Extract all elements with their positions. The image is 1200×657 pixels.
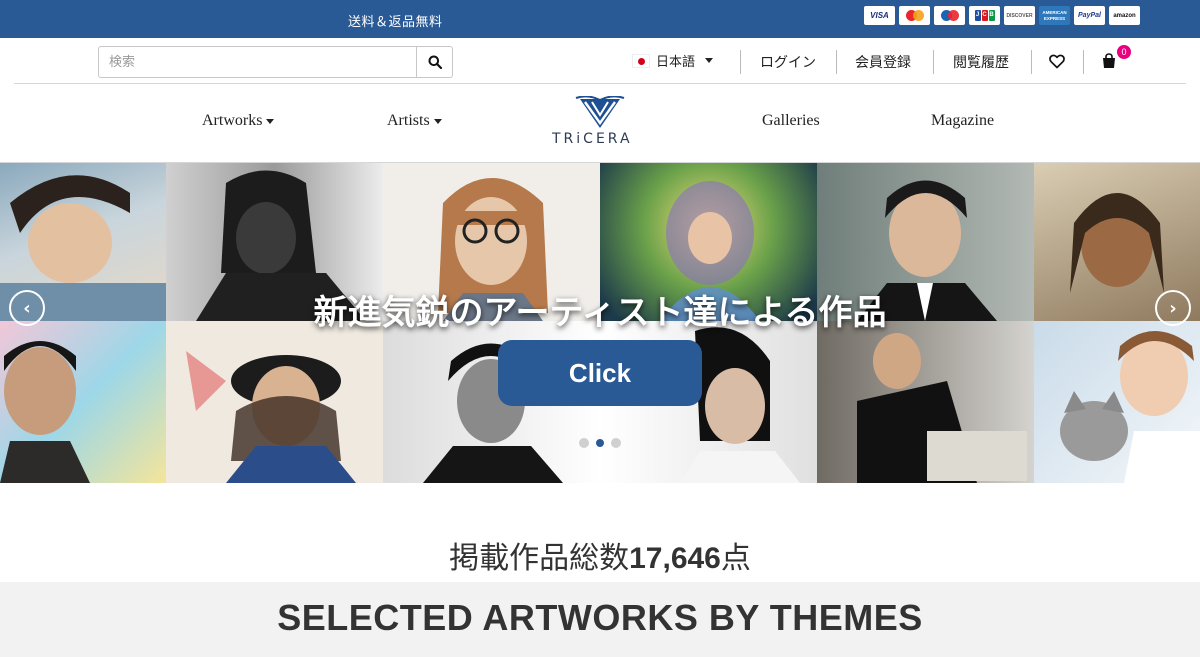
search-input[interactable] (99, 47, 416, 77)
carousel-dot[interactable] (579, 438, 589, 448)
carousel-indicators (579, 438, 621, 448)
language-label: 日本語 (656, 55, 696, 70)
nav-artworks[interactable]: Artworks (202, 112, 275, 130)
discover-logo: DISCOVER (1004, 6, 1035, 25)
artist-portrait-icon (186, 351, 356, 483)
search-icon (428, 55, 442, 69)
artist-photo (0, 321, 166, 483)
american-express-logo: AMERICAN EXPRESS (1039, 6, 1070, 25)
search-button[interactable] (416, 47, 452, 77)
logo-text: TRiCERA (552, 131, 633, 147)
carousel-next-button[interactable]: › (1155, 290, 1191, 326)
divider (740, 50, 741, 74)
visa-logo: VISA (864, 6, 895, 25)
nav-artworks-label: Artworks (202, 112, 263, 129)
nav-galleries-label: Galleries (762, 112, 820, 129)
artist-photo (817, 321, 1034, 483)
japan-flag-icon (632, 53, 650, 68)
artist-portrait-icon (1060, 331, 1200, 483)
nav-magazine-label: Magazine (931, 112, 995, 129)
artwork-count-prefix: 掲載作品総数 (449, 541, 630, 576)
payment-methods: VISA JCB DISCOVER AMERICAN EXPRESS PayPa… (864, 6, 1140, 25)
divider (1083, 50, 1084, 74)
carousel-prev-button[interactable]: ‹ (9, 290, 45, 326)
amazon-pay-logo: amazon (1109, 6, 1140, 25)
paypal-logo: PayPal (1074, 6, 1105, 25)
free-shipping-text: 送料＆返品無料 (348, 15, 443, 30)
mastercard-logo (899, 6, 930, 25)
nav-galleries[interactable]: Galleries (762, 112, 820, 130)
signup-link[interactable]: 会員登録 (855, 52, 911, 72)
section-title: SELECTED ARTWORKS BY THEMES (277, 597, 923, 638)
login-link[interactable]: ログイン (760, 52, 816, 72)
artwork-count: 掲載作品総数17,646点 (0, 533, 1200, 577)
artwork-count-suffix: 点 (720, 541, 751, 576)
header-divider (14, 83, 1186, 84)
chevron-down-icon (266, 118, 275, 124)
hero-title: 新進気鋭のアーティスト達による作品 (313, 293, 887, 333)
artist-portrait-icon (0, 341, 90, 483)
artist-photo (1034, 321, 1200, 483)
chevron-right-icon: › (1169, 297, 1177, 319)
jcb-logo: JCB (969, 6, 1000, 25)
search-box (98, 46, 453, 78)
artist-portrait-icon (857, 333, 1027, 483)
artwork-count-number: 17,646 (629, 542, 721, 575)
history-link[interactable]: 閲覧履歴 (953, 52, 1009, 72)
language-selector[interactable]: 日本語 (632, 51, 714, 70)
shopping-bag-icon[interactable] (1101, 53, 1117, 69)
divider (836, 50, 837, 74)
chevron-down-icon (705, 58, 714, 63)
nav-artists-label: Artists (387, 112, 430, 129)
divider (1031, 50, 1032, 74)
mastercard-debit-logo (934, 6, 965, 25)
carousel-dot-active[interactable] (595, 438, 605, 448)
chevron-left-icon: ‹ (23, 297, 31, 319)
heart-icon[interactable] (1049, 54, 1065, 69)
carousel-dot[interactable] (611, 438, 621, 448)
chevron-down-icon (433, 118, 442, 124)
divider (933, 50, 934, 74)
nav-magazine[interactable]: Magazine (931, 112, 994, 130)
nav-artists[interactable]: Artists (387, 112, 442, 130)
artist-photo (166, 321, 383, 483)
top-promo-bar: 送料＆返品無料 VISA JCB DISCOVER AMERICAN EXPRE… (0, 0, 1200, 38)
hero-click-button[interactable]: Click (498, 340, 702, 406)
cart-count-badge: 0 (1117, 45, 1131, 59)
